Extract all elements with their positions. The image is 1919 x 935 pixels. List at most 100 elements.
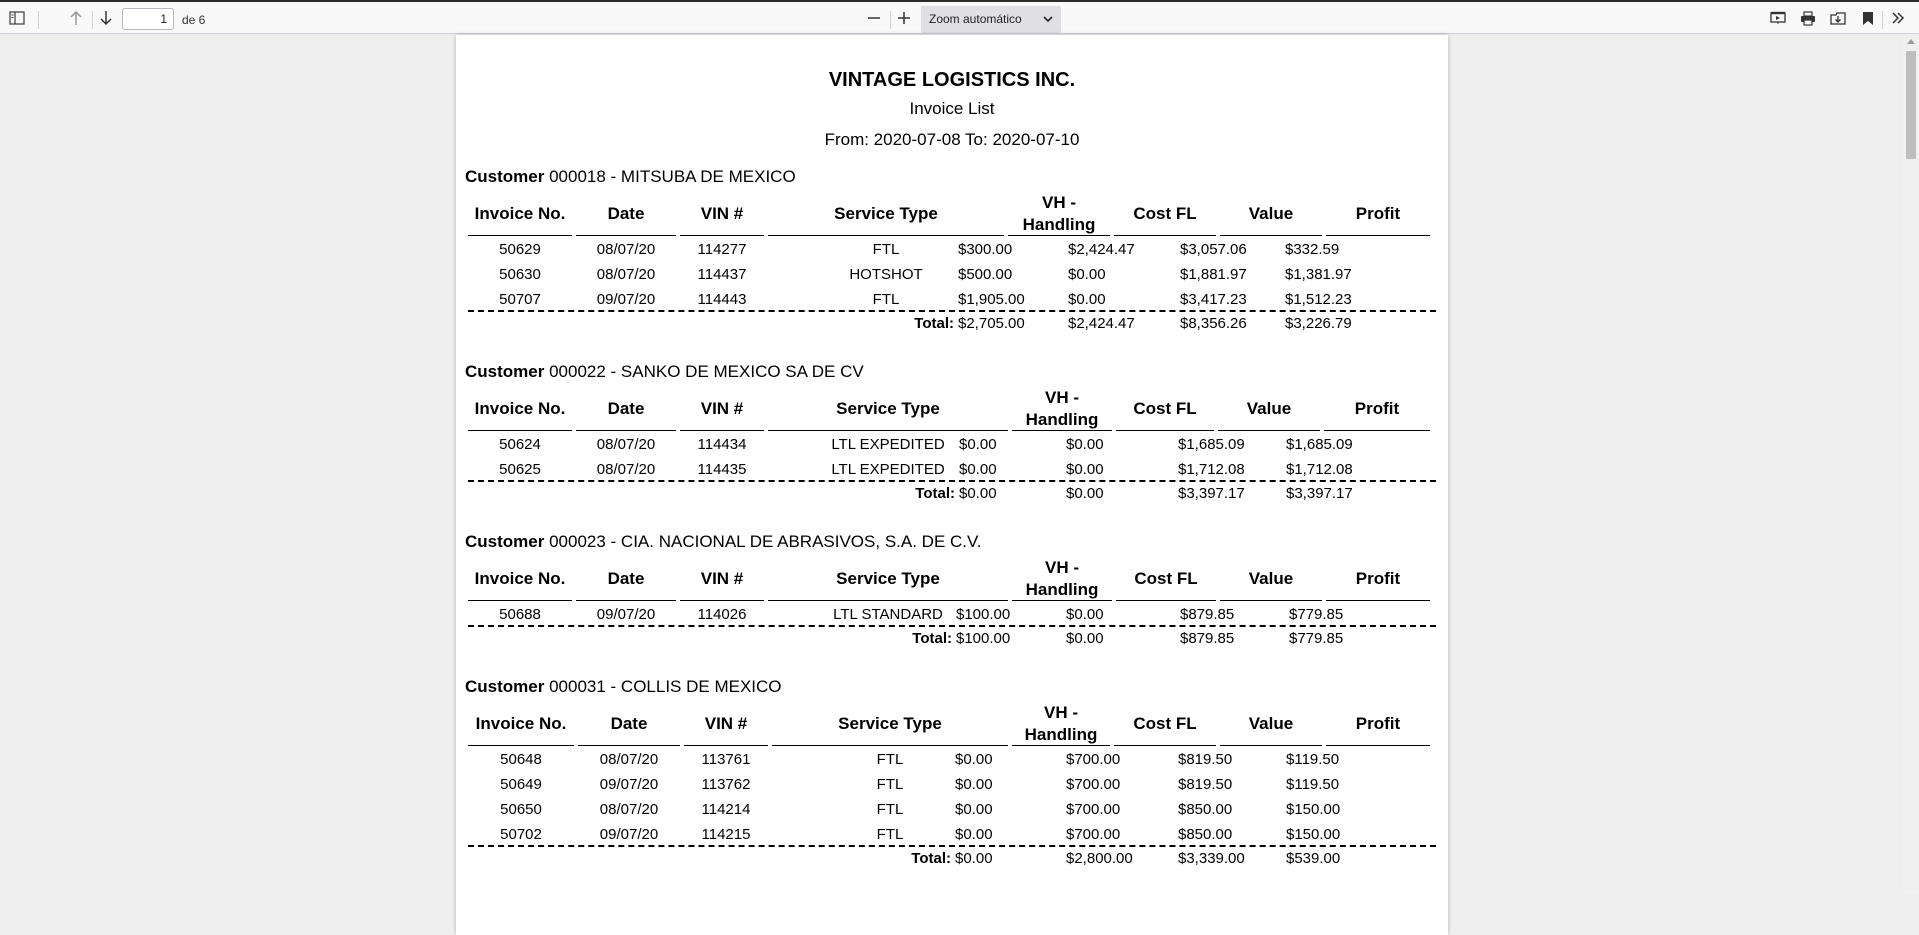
total-value: $3,339.00 — [1178, 850, 1245, 867]
cell-cost-fl: $700.00 — [1066, 751, 1121, 768]
total-label: Total: — [911, 850, 951, 867]
save-download-icon[interactable] — [1828, 8, 1848, 28]
table-header: Invoice No. Date VIN # Service Type VH - Han… — [468, 388, 1438, 432]
total-cost-fl: $0.00 — [1066, 630, 1104, 647]
scrollbar-thumb[interactable] — [1906, 51, 1916, 159]
cell-cost-fl: $0.00 — [1068, 266, 1106, 283]
total-value: $3,397.17 — [1178, 485, 1245, 502]
column-header-date: Date — [578, 703, 680, 746]
table-row: 50629 08/07/20 114277 FTL $300.00 $2,424.47 $3… — [468, 237, 1438, 262]
cell-profit: $119.50 — [1286, 776, 1340, 793]
customer-label: Customer — [465, 167, 545, 186]
table-row: 50625 08/07/20 114435 LTL EXPEDITED $0.00 $0.… — [468, 457, 1438, 482]
cell-date: 08/07/20 — [599, 801, 659, 818]
cell-date: 08/07/20 — [596, 241, 656, 258]
table-header: Invoice No. Date VIN # Service Type VH - Han… — [468, 193, 1438, 237]
column-header-cost-fl: Cost FL — [1114, 703, 1216, 746]
cell-profit: $1,712.08 — [1286, 461, 1353, 478]
column-header-value: Value — [1220, 193, 1322, 236]
column-header-service-type: Service Type — [768, 558, 1008, 601]
cell-vin: 114437 — [697, 266, 747, 283]
column-header-value: Value — [1220, 703, 1322, 746]
cell-date: 09/07/20 — [596, 606, 656, 623]
column-header-profit: Profit — [1326, 558, 1430, 601]
cell-date: 08/07/20 — [596, 436, 656, 453]
tools-menu-chevron-icon[interactable] — [1888, 8, 1908, 28]
total-cost-fl: $2,424.47 — [1068, 315, 1135, 332]
column-header-value: Value — [1220, 558, 1322, 601]
column-header-cost-fl: Cost FL — [1114, 193, 1216, 236]
cell-vh-handling: $0.00 — [959, 461, 997, 478]
cell-date: 08/07/20 — [596, 266, 656, 283]
vertical-scrollbar[interactable] — [1903, 35, 1919, 894]
pdf-toolbar: 1 de 6 Zoom automático — [0, 2, 1919, 34]
bookmark-icon[interactable] — [1858, 8, 1878, 28]
total-vh-handling: $0.00 — [955, 850, 993, 867]
cell-value: $3,417.23 — [1180, 291, 1247, 308]
cell-value: $1,685.09 — [1178, 436, 1245, 453]
total-vh-handling: $100.00 — [956, 630, 1011, 647]
table-header: Invoice No. Date VIN # Service Type VH - Han… — [468, 558, 1438, 602]
cell-cost-fl: $700.00 — [1066, 826, 1121, 843]
toolbar-divider — [890, 11, 891, 29]
table-row: 50707 09/07/20 114443 FTL $1,905.00 $0.00 $3,4… — [468, 287, 1438, 312]
cell-vin: 114214 — [701, 801, 751, 818]
column-header-service-type: Service Type — [772, 703, 1008, 746]
cell-invoice-no: 50629 — [499, 241, 541, 258]
cell-vh-handling: $1,905.00 — [958, 291, 1025, 308]
cell-vh-handling: $0.00 — [955, 776, 993, 793]
cell-invoice-no: 50630 — [499, 266, 541, 283]
column-header-vin: VIN # — [684, 703, 768, 746]
customer-heading: Customer 000022 - SANKO DE MEXICO SA DE … — [465, 362, 864, 382]
column-header-invoice-no: Invoice No. — [468, 558, 572, 601]
column-header-date: Date — [576, 388, 676, 431]
cell-date: 09/07/20 — [599, 776, 659, 793]
total-value: $8,356.26 — [1180, 315, 1247, 332]
column-header-date: Date — [576, 193, 676, 236]
customer-name: 000031 - COLLIS DE MEXICO — [549, 677, 782, 696]
table-row: 50702 09/07/20 114215 FTL $0.00 $700.00 $850.0… — [468, 822, 1438, 847]
column-header-profit: Profit — [1326, 193, 1430, 236]
cell-profit: $150.00 — [1286, 826, 1341, 843]
column-header-invoice-no: Invoice No. — [468, 193, 572, 236]
column-header-value: Value — [1218, 388, 1320, 431]
cell-vin: 114435 — [697, 461, 747, 478]
previous-page-icon[interactable] — [66, 8, 86, 28]
totals-row: Total: $2,705.00 $2,424.47 $8,356.26 $3,226.… — [468, 311, 1438, 336]
column-header-vh-handling: VH - Handling — [1008, 193, 1110, 236]
table-row: 50630 08/07/20 114437 HOTSHOT $500.00 $0.00 $1… — [468, 262, 1438, 287]
zoom-select[interactable]: Zoom automático — [921, 6, 1061, 33]
cell-date: 08/07/20 — [599, 751, 659, 768]
customer-label: Customer — [465, 677, 545, 696]
toolbar-divider — [1882, 11, 1883, 29]
total-vh-handling: $2,705.00 — [958, 315, 1025, 332]
next-page-icon[interactable] — [96, 8, 116, 28]
scroll-up-arrow-icon[interactable] — [1907, 39, 1915, 44]
column-header-invoice-no: Invoice No. — [468, 703, 574, 746]
column-header-cost-fl: Cost FL — [1116, 388, 1214, 431]
cell-cost-fl: $700.00 — [1066, 776, 1121, 793]
cell-invoice-no: 50649 — [500, 776, 542, 793]
total-cost-fl: $2,800.00 — [1066, 850, 1133, 867]
cell-value: $879.85 — [1180, 606, 1235, 623]
sidebar-toggle-icon[interactable] — [6, 8, 28, 28]
pdf-page: VINTAGE LOGISTICS INC. Invoice List From… — [456, 35, 1448, 935]
presentation-mode-icon[interactable] — [1768, 8, 1788, 28]
cell-value: $850.00 — [1178, 801, 1233, 818]
print-icon[interactable] — [1798, 8, 1818, 28]
cell-invoice-no: 50625 — [499, 461, 541, 478]
cell-profit: $1,685.09 — [1286, 436, 1353, 453]
column-header-profit: Profit — [1326, 703, 1430, 746]
table-header: Invoice No. Date VIN # Service Type VH - Han… — [468, 703, 1438, 747]
report-title: Invoice List — [909, 99, 995, 118]
page-number-input[interactable]: 1 — [122, 8, 174, 30]
cell-cost-fl: $0.00 — [1066, 461, 1104, 478]
cell-profit: $1,512.23 — [1285, 291, 1352, 308]
zoom-out-icon[interactable] — [864, 8, 884, 28]
customer-name: 000023 - CIA. NACIONAL DE ABRASIVOS, S.A… — [549, 532, 982, 551]
customer-label: Customer — [465, 362, 545, 381]
zoom-in-icon[interactable] — [894, 8, 914, 28]
cell-vh-handling: $0.00 — [955, 801, 993, 818]
cell-vin: 113761 — [701, 751, 751, 768]
cell-cost-fl: $0.00 — [1068, 291, 1106, 308]
